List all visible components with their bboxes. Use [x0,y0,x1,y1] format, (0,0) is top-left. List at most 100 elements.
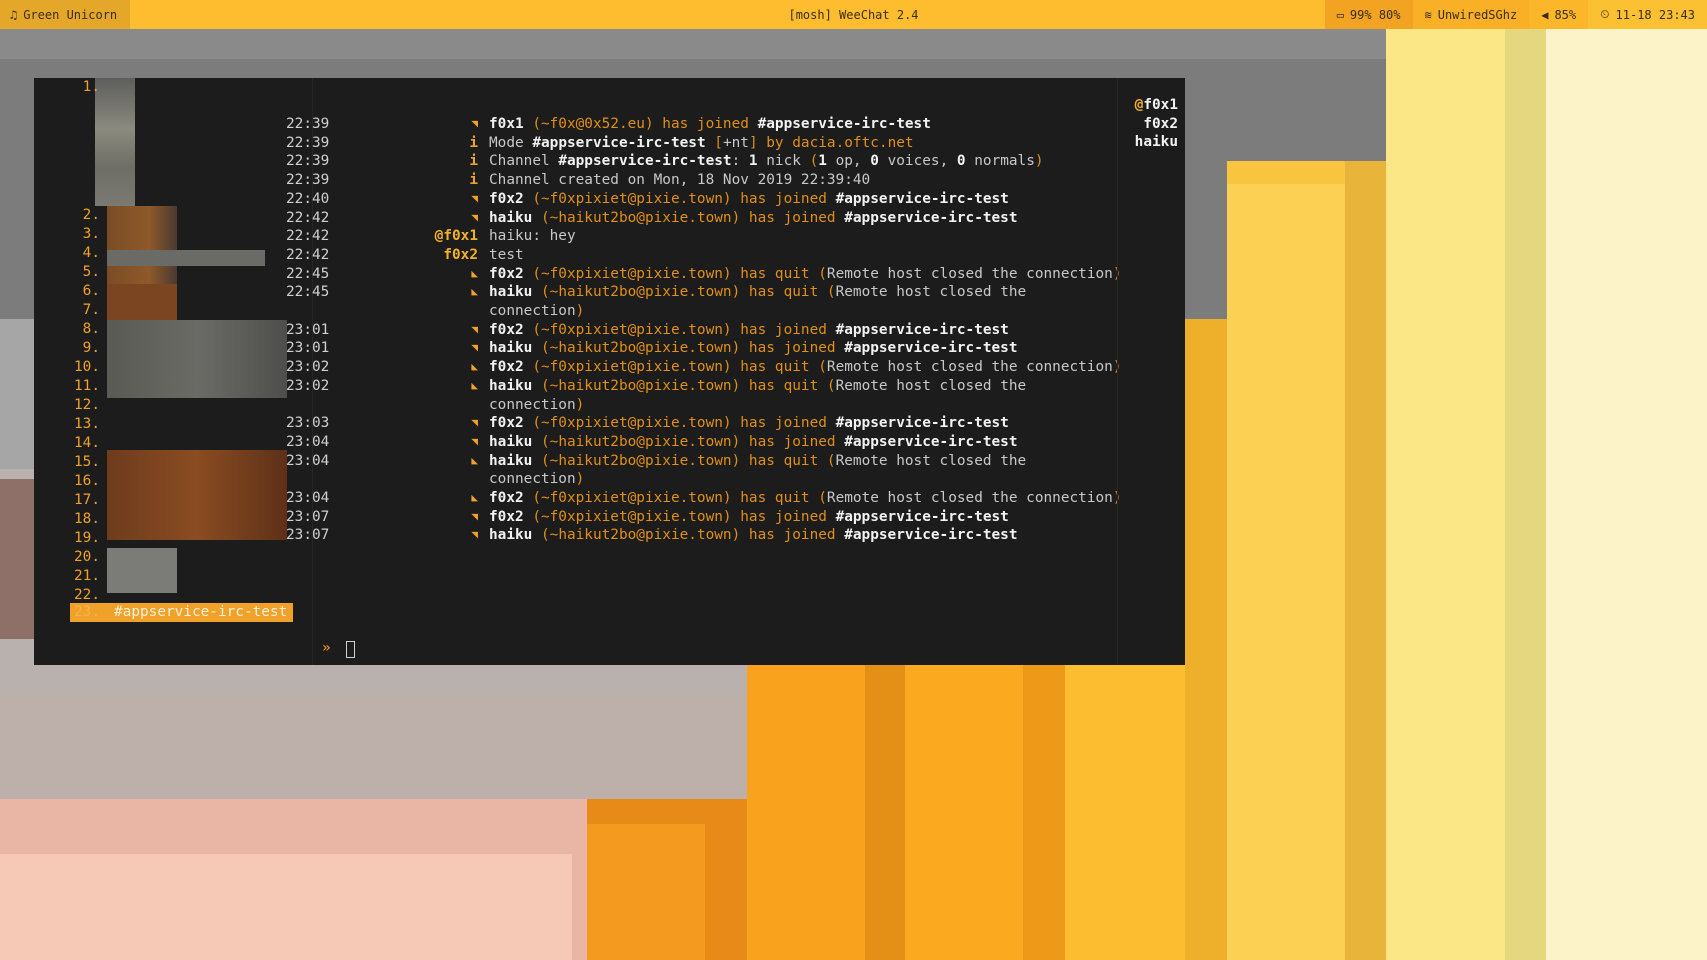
buffer-item[interactable]: 18. [50,510,312,529]
chat-line: 22:39 i Channel #appservice-irc-test: 1 ni… [286,152,1156,171]
chat-line: 23:02 ◣ f0x2 (~f0xpixiet@pixie.town) has q… [286,358,1156,377]
buffer-number: 14. [74,435,100,451]
chat-text: #appservice-irc-test [844,527,1018,544]
buffer-number: 7. [82,302,100,318]
buffer-item[interactable]: 21. [50,567,312,586]
buffer-item[interactable]: 19. [50,529,312,548]
buffer-item[interactable]: 11. [50,377,312,396]
buffer-item[interactable]: 9. [50,339,312,358]
buffer-number: 19. [74,530,100,546]
chat-text: (~haikut2bo@pixie.town) has quit ( [532,377,836,394]
now-playing[interactable]: ♫ Green Unicorn [0,0,130,29]
nick-item[interactable]: @f0x1 [1135,96,1178,115]
chat-text: (~f0xpixiet@pixie.town) has quit ( [523,490,827,506]
chat-text: ( [809,153,819,170]
buffer-number: 9. [82,340,100,356]
buffer-item-active[interactable]: 23. #appservice-irc-test [70,603,293,622]
buffer-item[interactable]: 8. [50,320,312,339]
buffer-item[interactable]: 7. [50,301,312,320]
chat-message: Channel created on Mon, 18 Nov 2019 22:3… [489,171,870,190]
chat-line: 22:42 f0x2 test [286,246,1156,265]
chat-text: #appservice-irc-test [835,190,1009,207]
chat-time: 23:04 [286,452,330,469]
buffer-item[interactable]: 15. [50,453,312,472]
chat-text: ) [575,303,585,319]
battery-icon: ▭ [1336,7,1344,22]
chat-message: haiku (~haikut2bo@pixie.town) has joined… [489,526,1018,545]
buffer-item[interactable]: 12. [50,396,312,415]
chat-message: test [489,246,524,265]
buffer-item[interactable]: 1. [50,78,312,97]
buffer-item[interactable]: 16. [50,472,312,491]
chat-line: 23:03 ◥ f0x2 (~f0xpixiet@pixie.town) has j… [286,414,1156,433]
chat-text: (~f0xpixiet@pixie.town) has quit ( [523,359,827,376]
chat-text: f0x2 [489,415,524,432]
chat-text: #appservice-irc-test [844,209,1018,226]
chat-time: 22:39 [286,153,330,170]
buffer-number: 8. [82,321,100,337]
buffer-number: 11. [74,378,100,394]
chat-line: connection) [286,470,1156,489]
chat-prefix: ◥ [471,509,478,523]
chat-line: 23:01 ◥ haiku (~haikut2bo@pixie.town) has … [286,339,1156,358]
chat-text: #appservice-irc-test [558,153,732,170]
chat-text: f0x2 [489,190,524,207]
buffer-item[interactable]: 4. [50,244,312,263]
buffer-item[interactable]: 3. [50,225,312,244]
chat-text: connection [489,303,576,319]
chat-text: : [731,153,749,170]
volume-status[interactable]: ◀ 85% [1529,0,1589,29]
chat-line: 22:42 ◥ haiku (~haikut2bo@pixie.town) has … [286,209,1156,228]
buffer-item[interactable]: 20. [50,548,312,567]
buffer-item[interactable]: 5. [50,263,312,282]
chat-line: 22:42 @f0x1 haiku: hey [286,227,1156,246]
chat-text: haiku: hey [489,228,576,245]
music-note-icon: ♫ [10,7,18,22]
chat-text: (~f0xpixiet@pixie.town) has joined [523,190,836,207]
chat-message: haiku (~haikut2bo@pixie.town) has joined… [489,433,1018,452]
chat-text: test [489,246,524,263]
chat-line: connection) [286,396,1156,415]
buffer-number: 12. [74,397,100,413]
buffer-item[interactable]: 14. [50,434,312,453]
chat-prefix: ◥ [471,191,478,205]
chat-time: 22:42 [286,228,330,245]
buffer-item[interactable]: 10. [50,358,312,377]
chat-message: haiku: hey [489,227,576,246]
input-cursor[interactable] [346,641,355,658]
chat-prefix: ◥ [471,341,478,355]
chat-line: 22:39 i Mode #appservice-irc-test [+nt] by… [286,134,1156,153]
chat-prefix: ◣ [471,360,478,374]
buffer-number: 16. [74,473,100,489]
weechat-terminal[interactable]: 23. #appservice-irc-test 1. 2. 3. 4. 5. 6. 7. 8… [34,78,1185,665]
chat-text: nick [757,153,810,170]
chat-message: haiku (~haikut2bo@pixie.town) has quit (… [489,452,1026,471]
nick-item[interactable]: haiku [1135,133,1178,152]
buffer-item[interactable]: 2. [50,206,312,225]
nick-item[interactable]: f0x2 [1143,115,1178,134]
chat-prefix: i [469,172,478,189]
chat-message: f0x2 (~f0xpixiet@pixie.town) has joined … [489,414,1009,433]
battery-status[interactable]: ▭ 99% 80% [1324,0,1413,29]
chat-text: #appservice-irc-test [844,340,1018,357]
chat-text: f0x2 [489,321,524,338]
buffer-item[interactable]: 6. [50,282,312,301]
battery-label: 99% 80% [1349,7,1401,22]
chat-text: haiku [489,377,533,394]
buffer-number: 20. [74,549,100,565]
buffer-number: 10. [74,359,100,375]
chat-message: haiku (~haikut2bo@pixie.town) has joined… [489,209,1018,228]
chat-text: 1 [748,153,758,170]
chat-prefix: @f0x1 [434,228,478,245]
buffer-item[interactable]: 22. [50,586,312,605]
buffer-item[interactable]: 13. [50,415,312,434]
chat-text: ) [575,396,585,413]
chat-message: f0x1 (~f0x@0x52.eu) has joined #appservi… [489,115,931,134]
clock-status[interactable]: ⏲ 11-18 23:43 [1588,0,1707,29]
buffer-item[interactable]: 17. [50,491,312,510]
chat-text: dacia.oftc.net [792,134,914,151]
chat-line: 23:04 ◣ haiku (~haikut2bo@pixie.town) has … [286,452,1156,471]
chat-text: 0 [956,153,966,170]
chat-text: ~f0x@0x52.eu [540,116,645,132]
wifi-status[interactable]: ≋ UnwiredSGhz [1412,0,1530,29]
